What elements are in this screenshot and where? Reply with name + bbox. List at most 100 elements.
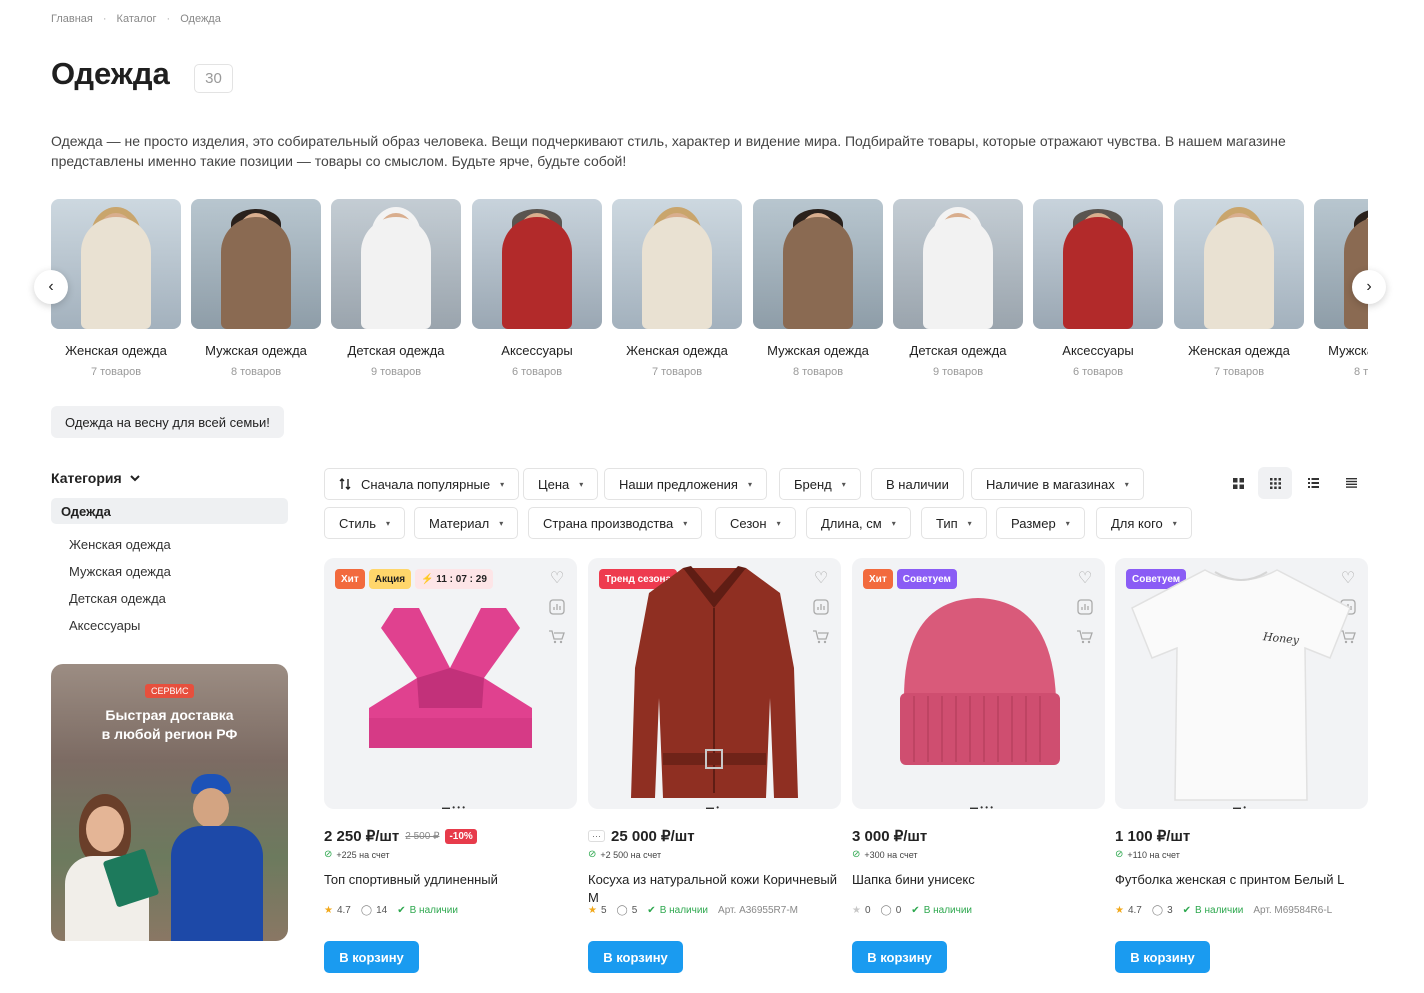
category-filter-heading[interactable]: Категория [51, 470, 140, 486]
product-card: Хит Акция ⚡ 11 : 07 : 29 ♡ ▬ • • • 2 250… [324, 558, 577, 916]
category-card[interactable]: Детская одежда 9 товаров [893, 199, 1023, 378]
caret-down-icon: ▾ [747, 479, 752, 489]
chevron-down-icon [129, 474, 140, 481]
view-small-grid-button[interactable] [1258, 467, 1292, 499]
add-to-cart-button[interactable]: В корзину [1115, 941, 1210, 973]
sports-bra-image [369, 608, 532, 748]
chevron-right-icon: › [1366, 278, 1372, 295]
more-icon[interactable]: ··· [588, 830, 605, 842]
reviews-count: 14 [376, 905, 388, 916]
filter-size[interactable]: Размер ▾ [996, 507, 1085, 539]
caret-down-icon: ▾ [500, 479, 505, 489]
filter-brand[interactable]: Бренд ▾ [779, 468, 861, 500]
bonus-icon: ⊘ [852, 849, 861, 860]
category-card[interactable]: Женская одежда 7 товаров [1174, 199, 1304, 378]
view-large-grid-button[interactable] [1221, 467, 1255, 499]
delivery-promo-banner[interactable]: СЕРВИС Быстрая доставка в любой регион Р… [51, 664, 288, 941]
page-description: Одежда — не просто изделия, это собирате… [51, 133, 1286, 169]
category-card[interactable]: Детская одежда 9 товаров [331, 199, 461, 378]
breadcrumb-catalog[interactable]: Каталог [117, 13, 157, 25]
star-icon: ★ [852, 905, 861, 916]
image-pager-dots: ▬ • [706, 803, 720, 809]
discount-badge: -10% [445, 828, 477, 844]
category-card[interactable]: Аксессуары 6 товаров [472, 199, 602, 378]
sidebar-item-active[interactable]: Одежда [51, 498, 288, 524]
image-pager-dots: ▬ • [1233, 803, 1247, 809]
category-card[interactable]: Женская одежда 7 товаров [51, 199, 181, 378]
check-icon: ✔ [911, 905, 920, 916]
product-name[interactable]: Косуха из натуральной кожи Коричневый M [588, 871, 841, 907]
category-name: Детская одежда [347, 343, 445, 358]
bonus-text: +300 на счет [864, 849, 918, 860]
beanie-image [900, 598, 1060, 765]
view-list-button[interactable] [1296, 467, 1330, 499]
filter-offers[interactable]: Наши предложения ▾ [604, 468, 767, 500]
filter-length[interactable]: Длина, см ▾ [806, 507, 911, 539]
filter-price[interactable]: Цена ▾ [523, 468, 599, 500]
category-card[interactable]: Мужская одежда 8 товаров [753, 199, 883, 378]
product-image[interactable]: Советуем ♡ Honey ▬ • [1115, 558, 1368, 809]
product-name[interactable]: Шапка бини унисекс [852, 871, 1105, 907]
filter-label: Бренд [794, 476, 832, 492]
category-photo [893, 199, 1023, 329]
page-title: Одежда [51, 56, 170, 91]
sidebar-item-men[interactable]: Мужская одежда [69, 564, 171, 579]
add-to-cart-button[interactable]: В корзину [588, 941, 683, 973]
filter-country[interactable]: Страна производства ▾ [528, 507, 703, 539]
check-icon: ✔ [397, 905, 406, 916]
promo-tag-button[interactable]: Одежда на весну для всей семьи! [51, 406, 284, 438]
category-card[interactable]: Аксессуары 6 товаров [1033, 199, 1163, 378]
bonus-row: ⊘ +110 на счет [1115, 849, 1368, 860]
sidebar-item-accessories[interactable]: Аксессуары [69, 618, 140, 633]
category-photo [753, 199, 883, 329]
category-carousel: Женская одежда 7 товаров Мужская одежда … [51, 199, 1368, 384]
sort-dropdown[interactable]: Сначала популярные ▾ [324, 468, 520, 500]
product-name[interactable]: Топ спортивный удлиненный [324, 871, 577, 907]
category-name: Мужская одежда [1328, 343, 1368, 358]
product-image[interactable]: Хит Советуем ♡ ▬ • • • [852, 558, 1105, 809]
filter-label: Наши предложения [619, 476, 738, 492]
add-to-cart-button[interactable]: В корзину [852, 941, 947, 973]
caret-down-icon: ▾ [1065, 518, 1070, 528]
category-count: 7 товаров [90, 366, 142, 378]
carousel-next-button[interactable]: › [1352, 270, 1386, 304]
filter-audience[interactable]: Для кого ▾ [1096, 507, 1192, 539]
product-image[interactable]: Тренд сезона ♡ ▬ • [588, 558, 841, 809]
leather-jacket-image [631, 566, 798, 798]
product-card: Советуем ♡ Honey ▬ • 1 100 ₽/шт ⊘ +110 на… [1115, 558, 1368, 916]
sidebar-item-kids[interactable]: Детская одежда [69, 591, 166, 606]
product-image[interactable]: Хит Акция ⚡ 11 : 07 : 29 ♡ ▬ • • • [324, 558, 577, 809]
category-photo [472, 199, 602, 329]
filter-type[interactable]: Тип ▾ [921, 507, 987, 539]
filter-label: Материал [429, 515, 490, 531]
filter-label: Тип [936, 515, 958, 531]
check-icon: ✔ [1182, 905, 1192, 916]
category-card[interactable]: Женская одежда 7 товаров [612, 199, 742, 378]
product-name[interactable]: Футболка женская с принтом Белый L [1115, 871, 1368, 907]
compact-list-icon [1345, 478, 1357, 488]
filter-material[interactable]: Материал ▾ [414, 507, 519, 539]
sidebar-item-women[interactable]: Женская одежда [69, 537, 171, 552]
comment-icon: ◯ [1151, 905, 1164, 916]
price-row: ··· 25 000 ₽/шт [588, 827, 841, 845]
filter-style[interactable]: Стиль ▾ [324, 507, 405, 539]
promo-title: Быстрая доставка в любой регион РФ [51, 706, 288, 744]
breadcrumb-home[interactable]: Главная [51, 13, 93, 25]
add-to-cart-button[interactable]: В корзину [324, 941, 419, 973]
bonus-row: ⊘ +225 на счет [324, 849, 577, 860]
caret-down-icon: ▾ [841, 479, 846, 489]
filter-label: Размер [1011, 515, 1056, 531]
filter-season[interactable]: Сезон ▾ [715, 507, 796, 539]
price-row: 3 000 ₽/шт [852, 827, 1105, 845]
category-name: Мужская одежда [205, 343, 307, 358]
filter-label: Стиль [339, 515, 376, 531]
rating: 5 [600, 905, 607, 916]
sort-icon [339, 478, 351, 490]
filter-store-availability[interactable]: Наличие в магазинах ▾ [971, 468, 1144, 500]
carousel-prev-button[interactable]: ‹ [34, 270, 68, 304]
view-compact-list-button[interactable] [1334, 467, 1368, 499]
product-meta: ★ 5 ◯ 5 ✔ В наличии Арт. A36955R7-M [588, 905, 841, 916]
filter-in-stock[interactable]: В наличии [871, 468, 964, 500]
category-name: Детская одежда [909, 343, 1007, 358]
category-card[interactable]: Мужская одежда 8 товаров [191, 199, 321, 378]
